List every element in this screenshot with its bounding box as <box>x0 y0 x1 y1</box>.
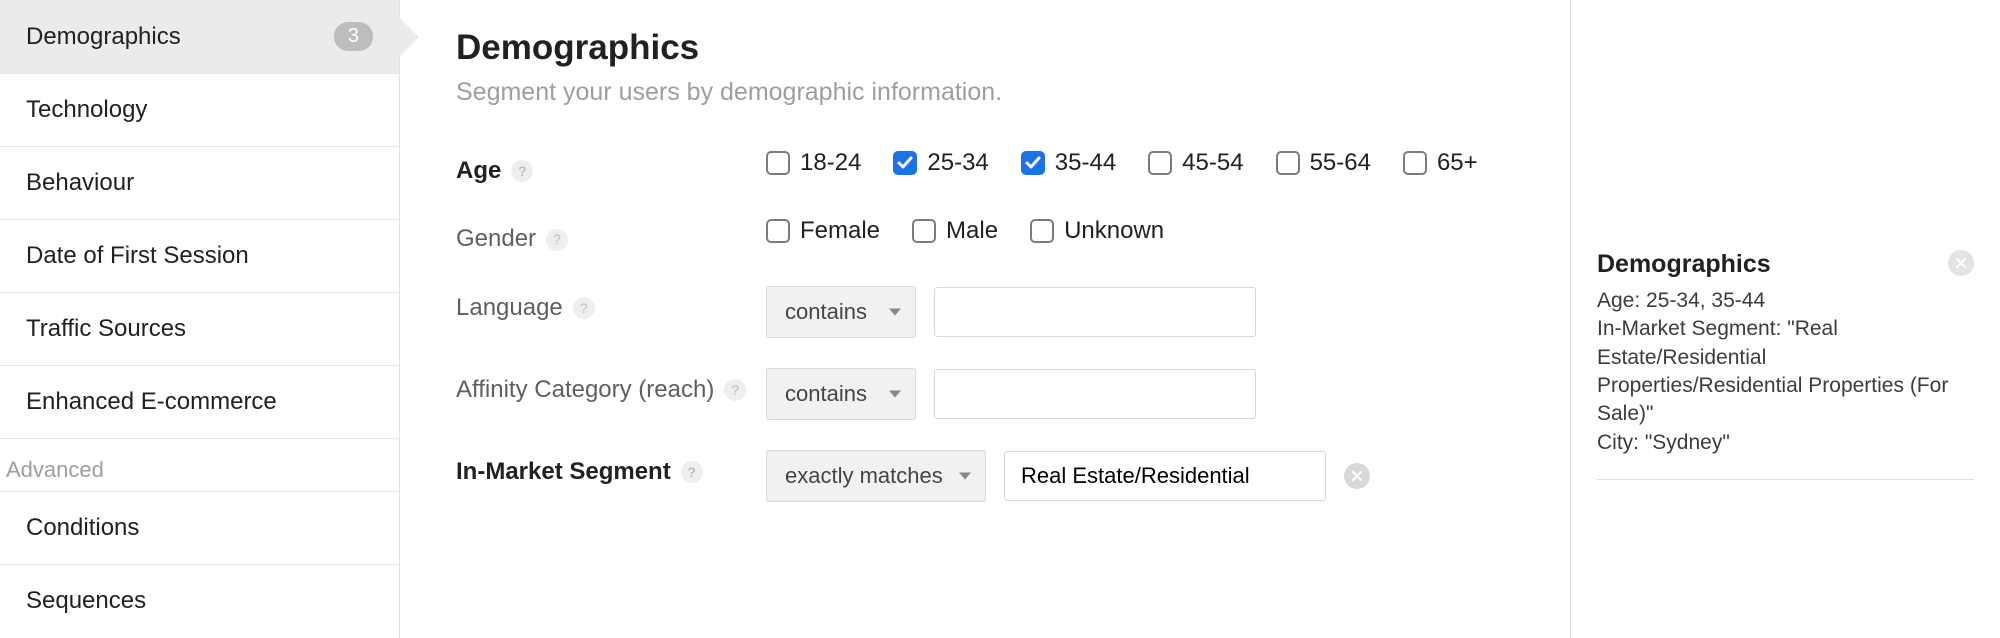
help-icon[interactable]: ? <box>546 229 568 251</box>
help-icon[interactable]: ? <box>511 160 533 182</box>
label-gender-text: Gender <box>456 223 536 255</box>
row-affinity: Affinity Category (reach) ? contains <box>456 368 1514 420</box>
language-operator-select[interactable]: contains <box>766 286 916 338</box>
chevron-down-icon <box>959 472 971 479</box>
summary-line: In-Market Segment: "Real Estate/Resident… <box>1597 315 1974 428</box>
gender-option-label: Female <box>800 217 880 245</box>
main-panel: Demographics Segment your users by demog… <box>400 0 1570 638</box>
sidebar-item-label: Date of First Session <box>26 242 249 270</box>
summary-title: Demographics <box>1597 250 1974 279</box>
sidebar-item-label: Traffic Sources <box>26 315 186 343</box>
sidebar-item-label: Conditions <box>26 514 139 542</box>
checkbox[interactable] <box>766 151 790 175</box>
help-icon[interactable]: ? <box>573 297 595 319</box>
checkbox[interactable] <box>766 219 790 243</box>
age-options: 18-24 25-34 35-44 45-54 55-64 65+ <box>766 149 1514 177</box>
checkbox[interactable] <box>1148 151 1172 175</box>
sidebar-badge: 3 <box>334 22 373 51</box>
sidebar-item-date-of-first-session[interactable]: Date of First Session <box>0 220 399 293</box>
summary-panel: Demographics Age: 25-34, 35-44 In-Market… <box>1570 0 2000 638</box>
sidebar-item-sequences[interactable]: Sequences <box>0 565 399 637</box>
row-language: Language ? contains <box>456 286 1514 338</box>
affinity-input[interactable] <box>934 369 1256 419</box>
page-title: Demographics <box>456 28 1514 68</box>
page-subtitle: Segment your users by demographic inform… <box>456 78 1514 107</box>
age-option[interactable]: 18-24 <box>766 149 861 177</box>
checkbox[interactable] <box>1403 151 1427 175</box>
label-gender: Gender ? <box>456 217 766 255</box>
help-icon[interactable]: ? <box>724 379 746 401</box>
summary-line: City: "Sydney" <box>1597 429 1974 457</box>
sidebar-item-label: Sequences <box>26 587 146 615</box>
age-option[interactable]: 55-64 <box>1276 149 1371 177</box>
sidebar-item-technology[interactable]: Technology <box>0 74 399 147</box>
label-affinity: Affinity Category (reach) ? <box>456 368 766 406</box>
checkbox[interactable] <box>1030 219 1054 243</box>
sidebar-item-conditions[interactable]: Conditions <box>0 492 399 565</box>
inmarket-operator-select[interactable]: exactly matches <box>766 450 986 502</box>
gender-options: Female Male Unknown <box>766 217 1514 245</box>
inmarket-operator-text: exactly matches <box>785 463 943 488</box>
sidebar-item-behaviour[interactable]: Behaviour <box>0 147 399 220</box>
checkbox[interactable] <box>1021 151 1045 175</box>
label-age: Age ? <box>456 149 766 187</box>
checkbox[interactable] <box>893 151 917 175</box>
label-age-text: Age <box>456 155 501 187</box>
sidebar-item-enhanced-ecommerce[interactable]: Enhanced E-commerce <box>0 366 399 439</box>
age-option[interactable]: 45-54 <box>1148 149 1243 177</box>
chevron-down-icon <box>889 390 901 397</box>
label-inmarket: In-Market Segment ? <box>456 450 766 488</box>
age-option[interactable]: 65+ <box>1403 149 1478 177</box>
sidebar-item-label: Demographics <box>26 23 181 51</box>
affinity-controls: contains <box>766 368 1514 420</box>
help-icon[interactable]: ? <box>681 461 703 483</box>
sidebar-item-demographics[interactable]: Demographics 3 <box>0 0 399 74</box>
gender-option[interactable]: Male <box>912 217 998 245</box>
sidebar-item-label: Technology <box>26 96 147 124</box>
sidebar-section-advanced: Advanced <box>0 439 399 492</box>
inmarket-controls: exactly matches <box>766 450 1514 502</box>
age-option-label: 35-44 <box>1055 149 1116 177</box>
age-option-label: 25-34 <box>927 149 988 177</box>
age-option-label: 55-64 <box>1310 149 1371 177</box>
summary-card: Demographics Age: 25-34, 35-44 In-Market… <box>1597 250 1974 480</box>
gender-option[interactable]: Unknown <box>1030 217 1164 245</box>
sidebar: Demographics 3 Technology Behaviour Date… <box>0 0 400 638</box>
clear-icon[interactable] <box>1344 463 1370 489</box>
sidebar-item-traffic-sources[interactable]: Traffic Sources <box>0 293 399 366</box>
chevron-down-icon <box>889 308 901 315</box>
language-operator-text: contains <box>785 299 867 324</box>
age-option[interactable]: 25-34 <box>893 149 988 177</box>
sidebar-item-label: Behaviour <box>26 169 134 197</box>
sidebar-item-label: Enhanced E-commerce <box>26 388 277 416</box>
age-option[interactable]: 35-44 <box>1021 149 1116 177</box>
row-age: Age ? 18-24 25-34 35-44 45-54 55-64 65+ <box>456 149 1514 187</box>
label-inmarket-text: In-Market Segment <box>456 456 671 488</box>
gender-option[interactable]: Female <box>766 217 880 245</box>
gender-option-label: Unknown <box>1064 217 1164 245</box>
label-affinity-text: Affinity Category (reach) <box>456 374 714 406</box>
label-language: Language ? <box>456 286 766 324</box>
language-controls: contains <box>766 286 1514 338</box>
row-gender: Gender ? Female Male Unknown <box>456 217 1514 255</box>
checkbox[interactable] <box>1276 151 1300 175</box>
row-inmarket: In-Market Segment ? exactly matches <box>456 450 1514 502</box>
affinity-operator-select[interactable]: contains <box>766 368 916 420</box>
gender-option-label: Male <box>946 217 998 245</box>
age-option-label: 18-24 <box>800 149 861 177</box>
affinity-operator-text: contains <box>785 381 867 406</box>
age-option-label: 65+ <box>1437 149 1478 177</box>
close-icon[interactable] <box>1948 250 1974 276</box>
language-input[interactable] <box>934 287 1256 337</box>
age-option-label: 45-54 <box>1182 149 1243 177</box>
inmarket-input[interactable] <box>1004 451 1326 501</box>
label-language-text: Language <box>456 292 563 324</box>
summary-line: Age: 25-34, 35-44 <box>1597 287 1974 315</box>
checkbox[interactable] <box>912 219 936 243</box>
